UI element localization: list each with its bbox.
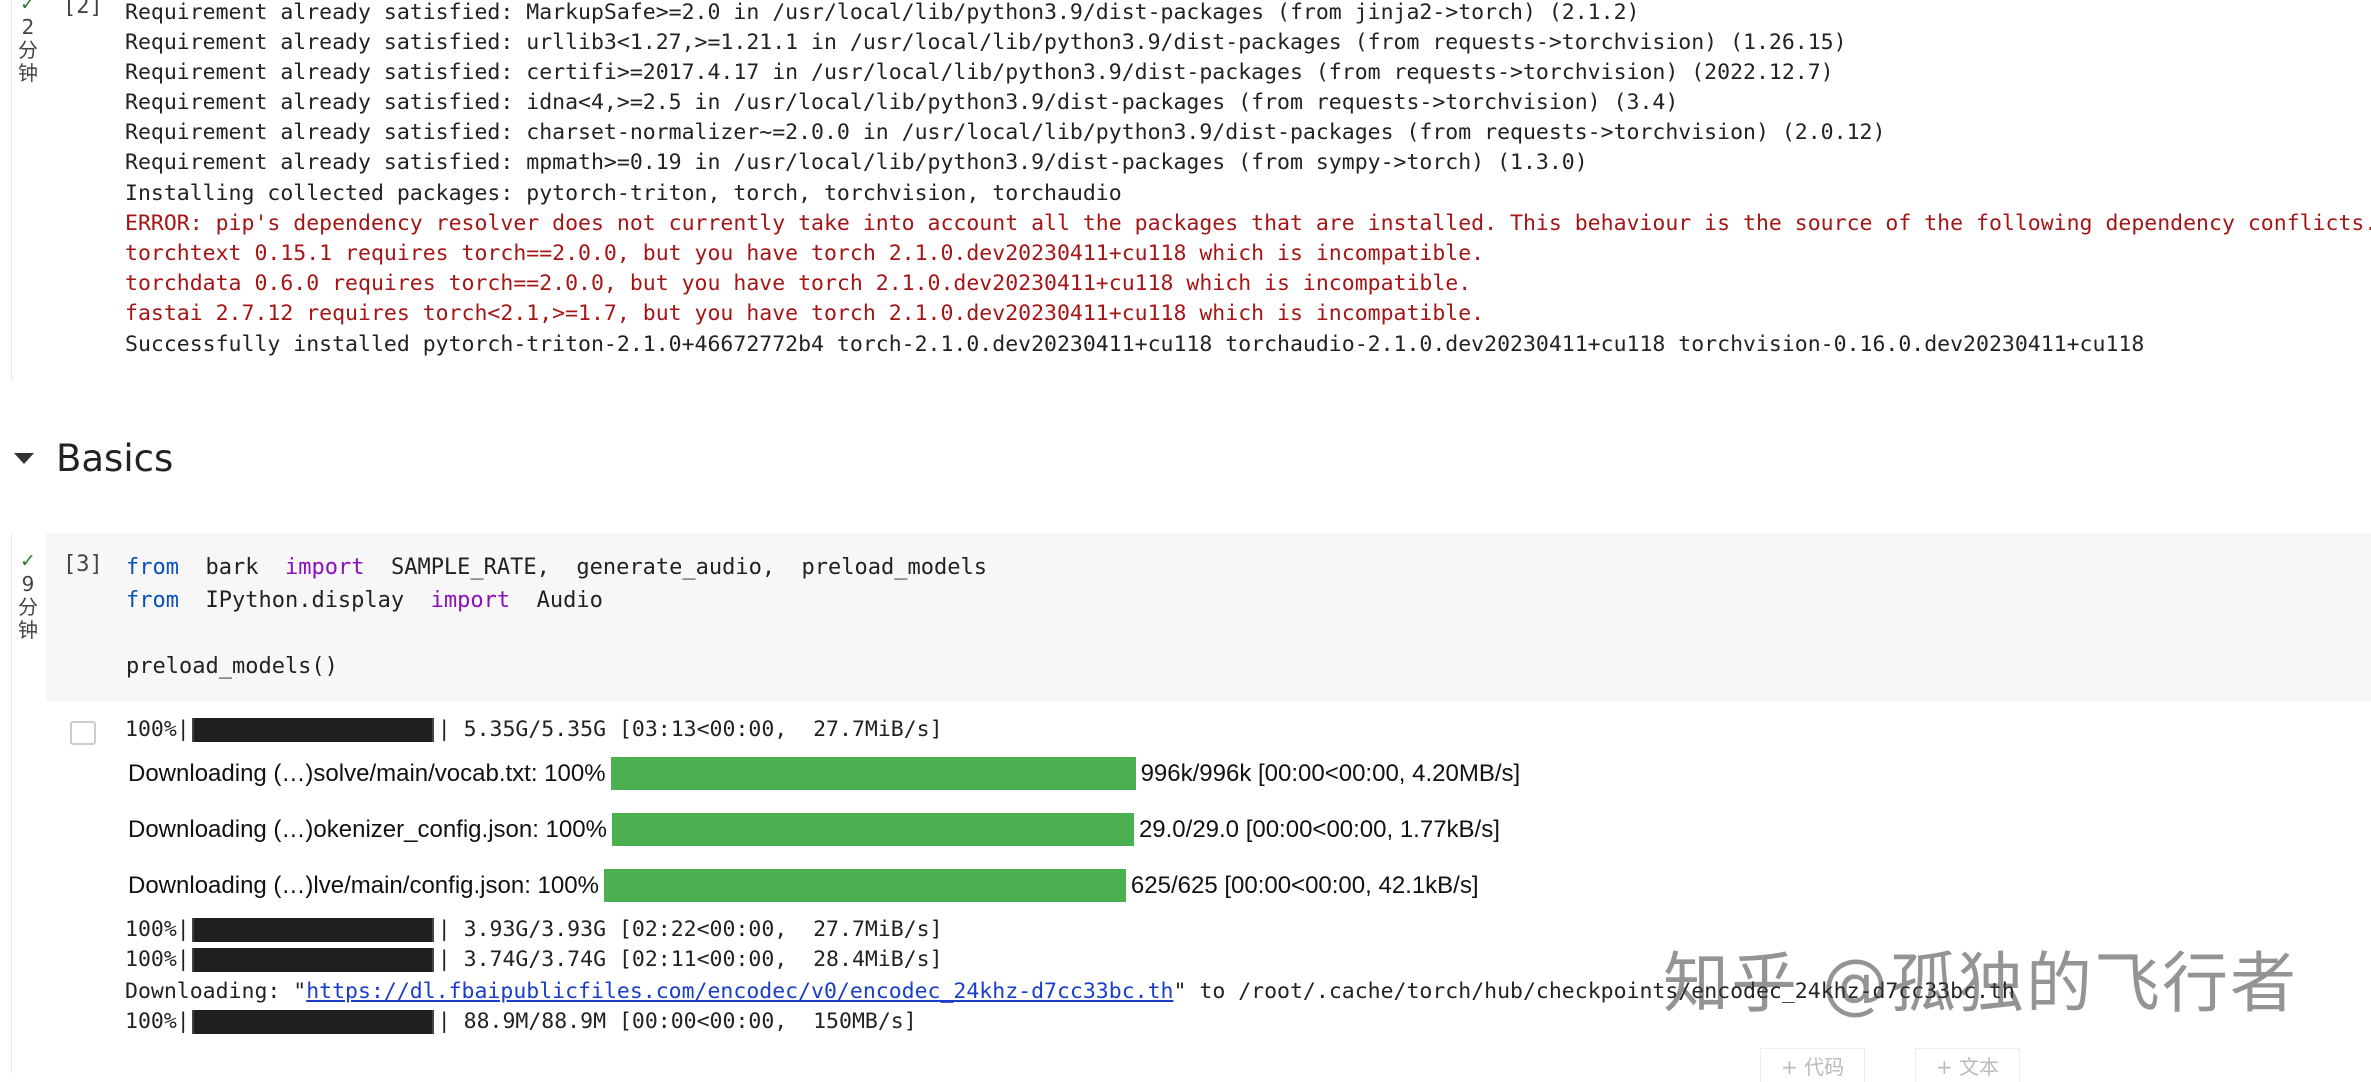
text-progress-bar (191, 1009, 434, 1034)
output-line: Requirement already satisfied: charset-n… (125, 120, 1886, 145)
cell3-gutter (11, 533, 12, 1073)
output-line: Requirement already satisfied: MarkupSaf… (125, 0, 1640, 25)
cell2-gutter (11, 0, 12, 380)
watermark: 知乎 @孤独的飞行者 (1663, 945, 2298, 1022)
text-progress-bar (191, 717, 434, 742)
progress-fill (610, 757, 1136, 790)
code-line-2[interactable]: from IPython.display import Audio (126, 588, 603, 613)
code-line-3[interactable]: preload_models() (126, 654, 338, 679)
add-code-button[interactable]: + 代码 (1760, 1048, 1866, 1082)
collapse-caret-icon[interactable] (14, 452, 34, 464)
progress-bar (610, 757, 1136, 790)
progress-bar (611, 813, 1134, 846)
cell3-exec-count: [3] (63, 552, 103, 577)
progress-fill (611, 813, 1134, 846)
error-line: torchdata 0.6.0 requires torch==2.0.0, b… (125, 271, 1472, 296)
output-line: Installing collected packages: pytorch-t… (125, 181, 1122, 206)
output-line: Successfully installed pytorch-triton-2.… (125, 332, 2145, 357)
cell2-exec-count: [2] (63, 0, 103, 19)
output-line: Requirement already satisfied: urllib3<1… (125, 30, 1847, 55)
output-menu-icon[interactable] (70, 721, 96, 745)
download-progress-widget: Downloading (…)lve/main/config.json: 100… (128, 869, 1479, 902)
add-text-button[interactable]: + 文本 (1915, 1048, 2021, 1082)
cell3-status: ✓ 9 分 钟 (14, 550, 42, 642)
success-check-icon: ✓ (20, 550, 36, 572)
progress-fill (603, 869, 1126, 902)
keyword: import (430, 588, 511, 613)
success-check-icon: ✓ (20, 0, 36, 15)
download-link[interactable]: https://dl.fbaipublicfiles.com/encodec/v… (306, 979, 1173, 1004)
keyword: from (126, 588, 179, 613)
output-line: Requirement already satisfied: idna<4,>=… (125, 90, 1679, 115)
error-line: fastai 2.7.12 requires torch<2.1,>=1.7, … (125, 301, 1485, 326)
error-line: ERROR: pip's dependency resolver does no… (125, 211, 2371, 236)
progress-line: 100%| | 5.35G/5.35G [03:13<00:00, 27.7Mi… (125, 717, 943, 742)
section-title: Basics (56, 436, 174, 480)
text-progress-bar (191, 947, 434, 972)
text-progress-bar (191, 917, 434, 942)
download-progress-widget: Downloading (…)solve/main/vocab.txt: 100… (128, 757, 1520, 790)
keyword: import (284, 555, 365, 580)
cell2-status: ✓ 2 分 钟 (14, 0, 42, 85)
section-header-basics[interactable]: Basics (14, 428, 173, 488)
progress-line: 100%| | 3.74G/3.74G [02:11<00:00, 28.4Mi… (125, 947, 943, 972)
progress-line: 100%| | 3.93G/3.93G [02:22<00:00, 27.7Mi… (125, 917, 943, 942)
progress-line: 100%| | 88.9M/88.9M [00:00<00:00, 150MB/… (125, 1009, 917, 1034)
progress-bar (603, 869, 1126, 902)
error-line: torchtext 0.15.1 requires torch==2.0.0, … (125, 241, 1485, 266)
download-progress-widget: Downloading (…)okenizer_config.json: 100… (128, 813, 1500, 846)
code-line-1[interactable]: from bark import SAMPLE_RATE, generate_a… (126, 555, 987, 580)
keyword: from (126, 555, 179, 580)
output-line: Requirement already satisfied: mpmath>=0… (125, 150, 1588, 175)
output-line: Requirement already satisfied: certifi>=… (125, 60, 1834, 85)
